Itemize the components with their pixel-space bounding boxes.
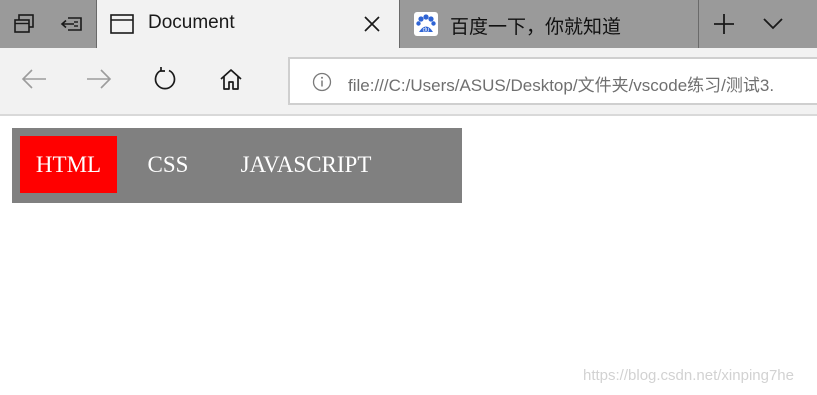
address-bar[interactable]: file:///C:/Users/ASUS/Desktop/文件夹/vscode… (288, 57, 817, 105)
forward-button[interactable] (80, 62, 118, 100)
close-tab-icon[interactable] (360, 12, 384, 36)
set-aside-tabs-button[interactable] (48, 0, 96, 48)
menu-item-html[interactable]: HTML (20, 136, 117, 193)
home-icon (219, 68, 243, 95)
tab-strip: Document du 百度一下，你就知道 (0, 0, 817, 48)
tab-preview-button[interactable] (0, 0, 48, 48)
baidu-paw-icon: du (414, 12, 438, 36)
home-button[interactable] (212, 62, 250, 100)
tab-preview-icon (13, 13, 35, 35)
tab-title: Document (148, 12, 235, 33)
menu-item-javascript[interactable]: JAVASCRIPT (222, 136, 390, 193)
forward-arrow-icon (86, 68, 112, 95)
navigation-bar: file:///C:/Users/ASUS/Desktop/文件夹/vscode… (0, 48, 817, 114)
page-content: HTML CSS JAVASCRIPT https://blog.csdn.ne… (0, 116, 817, 395)
info-icon[interactable] (312, 72, 332, 92)
refresh-icon (152, 66, 178, 97)
tab-list-button[interactable] (749, 0, 797, 48)
svg-text:du: du (423, 28, 430, 34)
address-url[interactable]: file:///C:/Users/ASUS/Desktop/文件夹/vscode… (348, 71, 774, 96)
watermark: https://blog.csdn.net/xinping7he (583, 367, 794, 384)
new-tab-plus-icon (713, 13, 735, 35)
menu-item-css[interactable]: CSS (132, 136, 204, 193)
tab-document[interactable]: Document (97, 0, 399, 48)
new-tab-button[interactable] (699, 0, 749, 48)
back-button[interactable] (15, 62, 53, 100)
set-aside-tabs-icon (60, 14, 84, 34)
refresh-button[interactable] (146, 62, 184, 100)
tab-title: 百度一下，你就知道 (450, 17, 622, 38)
tab-list-chevron-icon (763, 18, 783, 30)
page-icon (110, 12, 134, 36)
back-arrow-icon (21, 68, 47, 95)
tab-baidu[interactable]: du 百度一下，你就知道 (400, 0, 698, 48)
nav-menu: HTML CSS JAVASCRIPT (12, 128, 462, 203)
